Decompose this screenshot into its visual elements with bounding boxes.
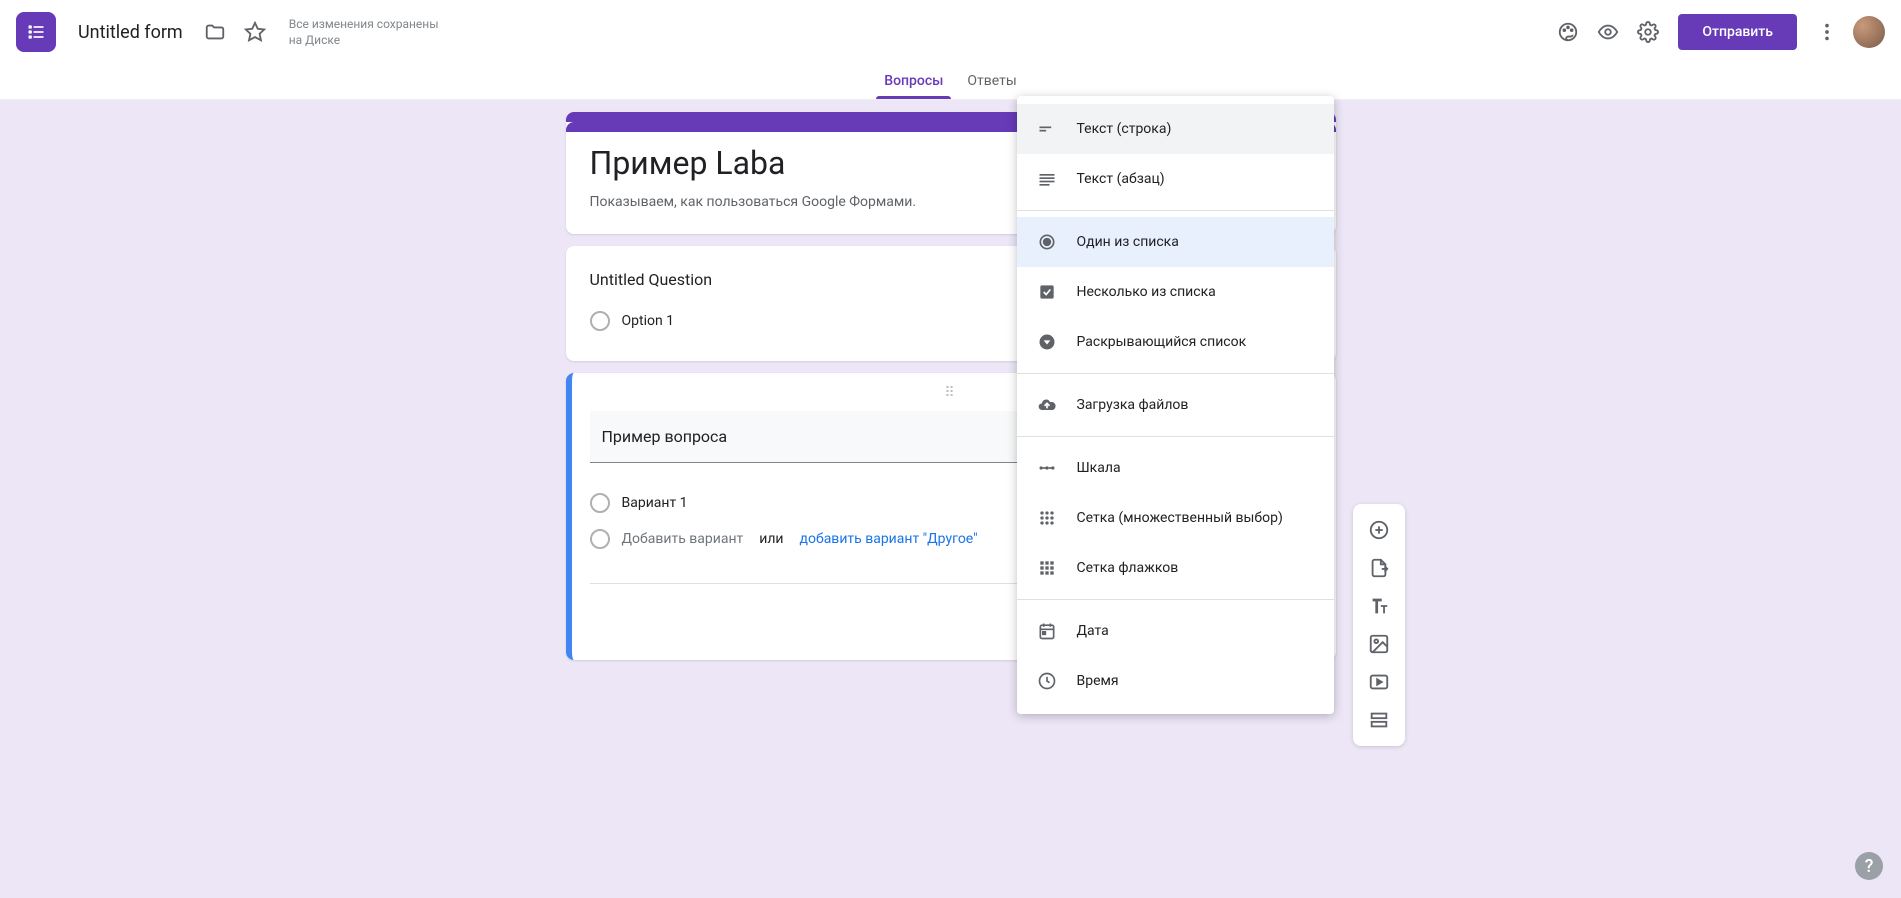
add-section-icon[interactable] xyxy=(1361,702,1397,738)
menu-item-time[interactable]: Время xyxy=(1017,656,1334,706)
tab-questions[interactable]: Вопросы xyxy=(872,73,955,99)
tabs-bar: Вопросы Ответы xyxy=(0,64,1901,100)
add-video-icon[interactable] xyxy=(1361,664,1397,700)
menu-label: Один из списка xyxy=(1077,234,1179,250)
menu-label: Время xyxy=(1077,673,1119,689)
menu-label: Сетка (множественный выбор) xyxy=(1077,510,1283,526)
tab-responses[interactable]: Ответы xyxy=(955,73,1028,99)
menu-item-date[interactable]: Дата xyxy=(1017,606,1334,656)
menu-label: Загрузка файлов xyxy=(1077,397,1189,413)
side-toolbar xyxy=(1353,504,1405,746)
more-vert-icon[interactable] xyxy=(1807,12,1847,52)
radio-empty-icon xyxy=(590,493,610,513)
menu-item-checkboxes[interactable]: Несколько из списка xyxy=(1017,267,1334,317)
menu-item-short-answer[interactable]: Текст (строка) xyxy=(1017,104,1334,154)
question-1-option-1-text[interactable]: Option 1 xyxy=(622,313,675,329)
help-icon[interactable]: ? xyxy=(1855,852,1883,880)
menu-label: Раскрывающийся список xyxy=(1077,334,1247,350)
radio-icon xyxy=(1035,230,1059,254)
scale-icon xyxy=(1035,456,1059,480)
menu-item-checkbox-grid[interactable]: Сетка флажков xyxy=(1017,543,1334,593)
grid-dots-icon xyxy=(1035,506,1059,530)
add-image-toolbar-icon[interactable] xyxy=(1361,626,1397,662)
menu-item-mc-grid[interactable]: Сетка (множественный выбор) xyxy=(1017,493,1334,543)
menu-label: Текст (строка) xyxy=(1077,121,1172,137)
upload-icon xyxy=(1035,393,1059,417)
preview-icon[interactable] xyxy=(1588,12,1628,52)
settings-icon[interactable] xyxy=(1628,12,1668,52)
import-questions-icon[interactable] xyxy=(1361,550,1397,586)
document-title[interactable]: Untitled form xyxy=(72,20,189,45)
clock-icon xyxy=(1035,669,1059,693)
dropdown-icon xyxy=(1035,330,1059,354)
menu-item-multiple-choice[interactable]: Один из списка xyxy=(1017,217,1334,267)
add-option-text[interactable]: Добавить вариант xyxy=(622,531,744,547)
add-other-link[interactable]: добавить вариант "Другое" xyxy=(800,531,978,547)
folder-icon[interactable] xyxy=(195,12,235,52)
paragraph-icon xyxy=(1035,167,1059,191)
add-question-icon[interactable] xyxy=(1361,512,1397,548)
grid-squares-icon xyxy=(1035,556,1059,580)
question-type-dropdown: Текст (строка) Текст (абзац) Один из спи… xyxy=(1017,96,1334,714)
save-status-line2: на Диске xyxy=(289,32,439,48)
radio-empty-icon xyxy=(590,311,610,331)
form-canvas: Пример Laba Показываем, как пользоваться… xyxy=(0,100,1901,898)
forms-logo-icon[interactable] xyxy=(16,12,56,52)
or-text: или xyxy=(759,531,783,547)
menu-item-dropdown-list[interactable]: Раскрывающийся список xyxy=(1017,317,1334,367)
radio-empty-icon xyxy=(590,529,610,549)
menu-label: Текст (абзац) xyxy=(1077,171,1165,187)
short-answer-icon xyxy=(1035,117,1059,141)
question-2-option-1-text[interactable]: Вариант 1 xyxy=(622,495,688,511)
menu-label: Дата xyxy=(1077,623,1109,639)
save-status-line1: Все изменения сохранены xyxy=(289,16,439,32)
menu-item-paragraph[interactable]: Текст (абзац) xyxy=(1017,154,1334,204)
menu-item-file-upload[interactable]: Загрузка файлов xyxy=(1017,380,1334,430)
calendar-icon xyxy=(1035,619,1059,643)
header-bar: Untitled form Все изменения сохранены на… xyxy=(0,0,1901,64)
add-title-icon[interactable] xyxy=(1361,588,1397,624)
checkbox-icon xyxy=(1035,280,1059,304)
palette-icon[interactable] xyxy=(1548,12,1588,52)
star-icon[interactable] xyxy=(235,12,275,52)
user-avatar[interactable] xyxy=(1853,16,1885,48)
menu-label: Сетка флажков xyxy=(1077,560,1179,576)
save-status-text: Все изменения сохранены на Диске xyxy=(289,16,439,48)
send-button[interactable]: Отправить xyxy=(1678,14,1797,50)
menu-label: Несколько из списка xyxy=(1077,284,1216,300)
menu-label: Шкала xyxy=(1077,460,1121,476)
menu-item-linear-scale[interactable]: Шкала xyxy=(1017,443,1334,493)
